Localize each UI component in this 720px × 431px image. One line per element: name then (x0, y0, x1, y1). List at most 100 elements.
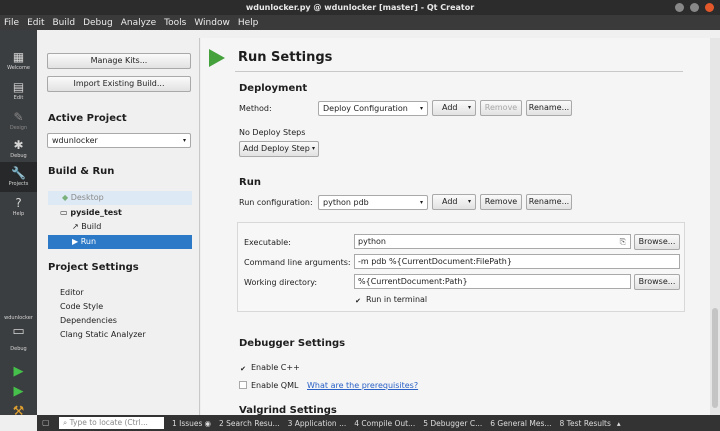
checkmark-icon: ✔ (240, 365, 246, 373)
pane-general-messages[interactable]: 6 General Mes... (490, 419, 551, 428)
toggle-sidebar-icon[interactable]: ▢ (42, 418, 50, 427)
mode-help[interactable]: ? Help (0, 192, 37, 222)
method-label: Method: (239, 104, 272, 113)
pane-search-results[interactable]: 2 Search Resu... (219, 419, 280, 428)
pen-icon: ✎ (13, 110, 24, 124)
project-settings-heading: Project Settings (48, 262, 139, 273)
tree-project[interactable]: ▭ pyside_test (60, 206, 122, 220)
settings-editor[interactable]: Editor (60, 288, 84, 297)
kit-dot-icon: ◆ (62, 193, 69, 202)
enable-qml-checkbox[interactable]: Enable QML (239, 381, 298, 390)
mode-label: Design (9, 125, 28, 131)
tree-desktop-kit[interactable]: ◆ Desktop (48, 191, 192, 205)
args-field[interactable]: -m pdb %{CurrentDocument:FilePath} (354, 254, 680, 269)
enable-cpp-checkbox[interactable]: ✔ Enable C++ (239, 363, 300, 373)
kit-build-label: Debug (10, 346, 27, 352)
active-project-select[interactable]: wdunlocker ▾ (47, 133, 191, 148)
run-config-select[interactable]: python pdb ▾ (318, 195, 428, 210)
run-in-terminal-checkbox[interactable]: ✔ Run in terminal (354, 295, 427, 305)
page-header: Run Settings (201, 38, 710, 72)
executable-browse-button[interactable]: Browse... (634, 234, 680, 250)
menu-debug[interactable]: Debug (83, 18, 113, 28)
import-build-button[interactable]: Import Existing Build... (47, 76, 191, 92)
deploy-rename-button[interactable]: Rename... (526, 100, 572, 116)
locator-input[interactable]: ⌕ Type to locate (Ctrl... (59, 417, 164, 429)
hammer-icon[interactable]: ⚒ (0, 404, 37, 419)
chevron-down-icon: ▾ (419, 105, 423, 112)
settings-clang-analyzer[interactable]: Clang Static Analyzer (60, 330, 146, 339)
run-add-button[interactable]: Add ▾ (432, 194, 476, 210)
mode-welcome[interactable]: ▦ Welcome (0, 46, 37, 76)
mode-label: Debug (10, 153, 27, 159)
title-bar: wdunlocker.py @ wdunlocker [master] - Qt… (0, 0, 720, 15)
mode-label: Edit (13, 95, 24, 101)
mode-design[interactable]: ✎ Design (0, 106, 37, 136)
executable-field[interactable]: python ⎘ (354, 234, 631, 249)
workdir-browse-button[interactable]: Browse... (634, 274, 680, 290)
variables-icon[interactable]: ⎘ (620, 235, 626, 248)
args-label: Command line arguments: (244, 258, 351, 267)
vertical-scrollbar[interactable] (710, 38, 720, 415)
pane-debugger-console[interactable]: 5 Debugger C... (423, 419, 482, 428)
mode-sidebar: ▦ Welcome ▤ Edit ✎ Design ✱ Debug 🔧 Proj… (0, 30, 37, 419)
tree-build[interactable]: ↗ Build (72, 220, 101, 234)
workdir-label: Working directory: (244, 278, 318, 287)
pane-application-output[interactable]: 3 Application ... (288, 419, 347, 428)
run-remove-button[interactable]: Remove (480, 194, 522, 210)
question-icon: ? (15, 196, 22, 210)
settings-dependencies[interactable]: Dependencies (60, 316, 117, 325)
chevron-down-icon: ▾ (419, 199, 423, 206)
menu-help[interactable]: Help (238, 18, 259, 28)
run-rename-button[interactable]: Rename... (526, 194, 572, 210)
menu-edit[interactable]: Edit (27, 18, 44, 28)
close-button[interactable] (705, 3, 714, 12)
active-project-value: wdunlocker (52, 136, 98, 145)
deployment-heading: Deployment (239, 83, 308, 94)
chevron-down-icon: ▾ (467, 198, 471, 205)
deploy-method-select[interactable]: Deploy Configuration ▾ (318, 101, 428, 116)
chevron-down-icon: ▾ (467, 104, 471, 111)
prerequisites-link[interactable]: What are the prerequisites? (307, 381, 418, 390)
minimize-button[interactable] (675, 3, 684, 12)
debug-run-icon[interactable]: ▶ (0, 384, 37, 399)
document-icon: ▤ (12, 80, 25, 94)
settings-code-style[interactable]: Code Style (60, 302, 103, 311)
debugger-heading: Debugger Settings (239, 338, 346, 349)
mode-edit[interactable]: ▤ Edit (0, 76, 37, 106)
wrench-icon: 🔧 (11, 166, 26, 180)
play-icon (209, 49, 225, 67)
chevron-up-icon[interactable]: ▴ (617, 419, 621, 428)
deploy-add-button[interactable]: Add ▾ (432, 100, 476, 116)
grid-icon: ▦ (12, 50, 25, 64)
chevron-down-icon: ▾ (311, 145, 315, 152)
pane-test-results[interactable]: 8 Test Results (560, 419, 611, 428)
mode-projects[interactable]: 🔧 Projects (0, 162, 37, 192)
run-settings-page: Run Settings Deployment Method: Deploy C… (201, 38, 710, 416)
mode-debug[interactable]: ✱ Debug (0, 134, 37, 164)
menu-tools[interactable]: Tools (164, 18, 186, 28)
menu-analyze[interactable]: Analyze (121, 18, 156, 28)
top-strip (37, 30, 720, 38)
play-icon: ▶ (72, 237, 79, 246)
desktop-kit-label: Desktop (70, 193, 104, 202)
menu-bar: File Edit Build Debug Analyze Tools Wind… (0, 15, 720, 30)
executable-value: python (358, 237, 386, 246)
workdir-field[interactable]: %{CurrentDocument:Path} (354, 274, 631, 289)
run-icon[interactable]: ▶ (0, 364, 37, 379)
menu-build[interactable]: Build (53, 18, 76, 28)
add-deploy-step-button[interactable]: Add Deploy Step ▾ (239, 141, 319, 157)
deploy-remove-button[interactable]: Remove (480, 100, 522, 116)
scrollbar-thumb[interactable] (712, 308, 718, 408)
menu-window[interactable]: Window (194, 18, 230, 28)
pane-issues[interactable]: 1 Issues (172, 419, 202, 428)
monitor-icon: ▭ (60, 208, 68, 217)
manage-kits-button[interactable]: Manage Kits... (47, 53, 191, 69)
monitor-icon[interactable]: ▭ (0, 324, 37, 339)
tree-run[interactable]: ▶ Run (48, 235, 192, 249)
maximize-button[interactable] (690, 3, 699, 12)
build-run-heading: Build & Run (48, 166, 115, 177)
pane-compile-output[interactable]: 4 Compile Out... (354, 419, 415, 428)
info-icon: ◉ (204, 418, 212, 428)
menu-file[interactable]: File (4, 18, 19, 28)
output-pane-bar: ▢ ⌕ Type to locate (Ctrl... 1 Issues ◉ 2… (37, 415, 720, 431)
